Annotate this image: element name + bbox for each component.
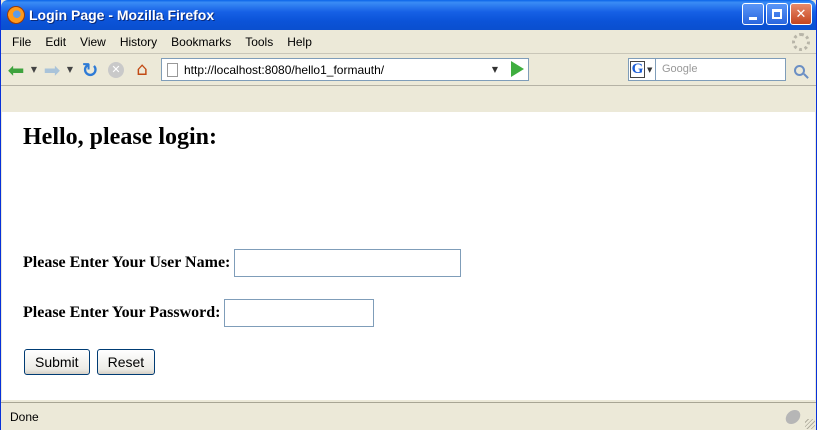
firefox-logo-icon <box>7 6 25 24</box>
address-bar[interactable]: http://localhost:8080/hello1_formauth/ ▼ <box>161 58 529 81</box>
menu-bookmarks[interactable]: Bookmarks <box>164 35 238 49</box>
page-icon <box>167 62 178 77</box>
page-content: Hello, please login: Please Enter Your U… <box>2 112 815 400</box>
password-row: Please Enter Your Password: <box>23 299 375 327</box>
navigation-toolbar: ⬅ ▼ ➡ ▼ ↻ ✕ ⌂ http://localhost:8080/hell… <box>1 54 816 86</box>
reload-button[interactable]: ↻ <box>77 58 103 82</box>
username-row: Please Enter Your User Name: <box>23 249 462 277</box>
close-icon: ✕ <box>795 6 807 22</box>
search-icon <box>793 64 805 76</box>
search-button[interactable] <box>788 59 810 81</box>
password-label: Please Enter Your Password: <box>23 304 221 321</box>
security-indicator-icon <box>784 410 802 424</box>
google-icon: G <box>630 61 645 78</box>
menu-view[interactable]: View <box>73 35 113 49</box>
window-title: Login Page - Mozilla Firefox <box>29 7 215 23</box>
menu-bar: File Edit View History Bookmarks Tools H… <box>1 30 816 54</box>
minimize-button[interactable] <box>742 3 764 25</box>
stop-icon: ✕ <box>108 61 124 78</box>
maximize-icon <box>772 9 782 19</box>
forward-button[interactable]: ➡ <box>41 58 63 82</box>
password-input[interactable] <box>224 299 375 327</box>
url-text[interactable]: http://localhost:8080/hello1_formauth/ <box>184 63 384 77</box>
forward-history-dropdown[interactable]: ▼ <box>63 58 77 82</box>
form-buttons: Submit Reset <box>24 349 156 375</box>
window-controls: ✕ <box>742 3 812 25</box>
maximize-button[interactable] <box>766 3 788 25</box>
search-input[interactable]: Google <box>656 58 786 81</box>
menu-help[interactable]: Help <box>280 35 319 49</box>
reset-button[interactable]: Reset <box>96 349 156 375</box>
status-text: Done <box>10 409 39 424</box>
minimize-icon <box>749 16 757 20</box>
back-button[interactable]: ⬅ <box>5 58 27 82</box>
home-button[interactable]: ⌂ <box>129 58 155 82</box>
chevron-down-icon: ▼ <box>647 65 653 74</box>
go-button[interactable] <box>511 61 524 77</box>
browser-window: Login Page - Mozilla Firefox ✕ File Edit… <box>0 0 817 430</box>
menu-edit[interactable]: Edit <box>38 35 73 49</box>
menu-file[interactable]: File <box>5 35 38 49</box>
username-label: Please Enter Your User Name: <box>23 254 231 271</box>
search-engine-selector[interactable]: G ▼ <box>628 58 656 81</box>
back-history-dropdown[interactable]: ▼ <box>27 58 41 82</box>
title-bar: Login Page - Mozilla Firefox ✕ <box>1 0 816 30</box>
throbber-icon <box>792 33 810 51</box>
resize-grip[interactable] <box>805 419 815 429</box>
search-bar: G ▼ Google <box>628 58 786 81</box>
url-history-dropdown[interactable]: ▼ <box>488 59 502 80</box>
submit-button[interactable]: Submit <box>24 349 90 375</box>
menu-history[interactable]: History <box>113 35 164 49</box>
status-bar: Done <box>1 402 816 430</box>
stop-button[interactable]: ✕ <box>103 58 129 82</box>
page-heading: Hello, please login: <box>23 124 217 150</box>
close-button[interactable]: ✕ <box>790 3 812 25</box>
username-input[interactable] <box>234 249 462 277</box>
menu-tools[interactable]: Tools <box>238 35 280 49</box>
